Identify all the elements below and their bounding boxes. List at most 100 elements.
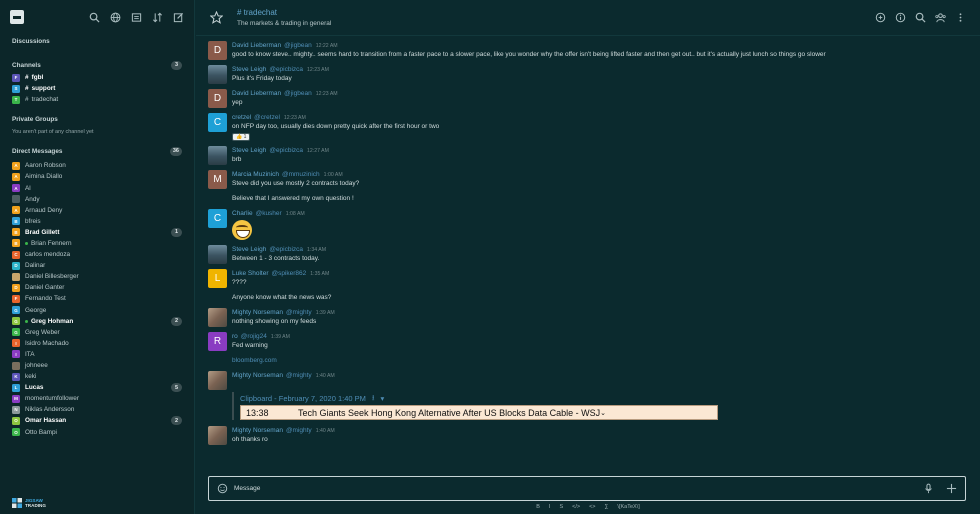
author-username[interactable]: @mmuzinich	[282, 171, 320, 178]
format-button[interactable]: I	[549, 504, 551, 510]
author-name[interactable]: Luke Sholter	[232, 270, 269, 277]
channel-item[interactable]: F # fgbl	[12, 72, 182, 83]
info-icon[interactable]	[895, 12, 906, 23]
channel-item[interactable]: S # support	[12, 83, 182, 94]
dm-item[interactable]: G Greg Weber	[12, 327, 182, 338]
attachment-title[interactable]: Clipboard - February 7, 2020 1:40 PM ⭳ ▾	[240, 392, 980, 404]
attachment-title-text[interactable]: Clipboard - February 7, 2020 1:40 PM	[240, 394, 366, 403]
dm-item[interactable]: B Brad Gillett 1	[12, 227, 182, 238]
collapse-caret-icon[interactable]: ▾	[381, 394, 385, 403]
author-name[interactable]: ro	[232, 333, 238, 340]
format-button[interactable]: </>	[572, 504, 580, 510]
author-username[interactable]: @kusher	[256, 210, 282, 217]
dm-item[interactable]: Mmomentumfollower	[12, 393, 182, 404]
author-name[interactable]: Charlie	[232, 210, 253, 217]
download-icon[interactable]: ⭳	[372, 392, 375, 405]
author-username[interactable]: @mighty	[286, 427, 312, 434]
dm-item[interactable]: F Fernando Test	[12, 293, 182, 304]
search-messages-icon[interactable]	[915, 12, 926, 23]
dm-item[interactable]: Bbfreis	[12, 216, 182, 227]
dm-item[interactable]: G George	[12, 305, 182, 316]
author-username[interactable]: @spiker862	[272, 270, 307, 277]
dm-item[interactable]: Ccarlos mendoza	[12, 249, 182, 260]
dm-item[interactable]: Daniel Billesberger	[12, 271, 182, 282]
discussions-heading[interactable]: Discussions	[12, 34, 182, 48]
dm-item[interactable]: O Omar Hassan 2	[12, 415, 182, 426]
author-name[interactable]: Marcia Muzinich	[232, 171, 279, 178]
microphone-icon[interactable]	[923, 483, 934, 494]
author-username[interactable]: @mighty	[286, 372, 312, 379]
message-avatar[interactable]: L	[208, 269, 227, 288]
author-username[interactable]: @cretzel	[254, 114, 280, 121]
add-attachment-icon[interactable]	[946, 483, 957, 494]
author-name[interactable]: Mighty Norseman	[232, 372, 283, 379]
author-username[interactable]: @epicbizca	[269, 147, 303, 154]
author-username[interactable]: @jigbean	[284, 90, 312, 97]
message-avatar[interactable]	[208, 245, 227, 264]
dm-item[interactable]: Kkeki	[12, 371, 182, 382]
message-avatar[interactable]	[208, 371, 227, 390]
dm-item[interactable]: johneee	[12, 360, 182, 371]
discussion-icon[interactable]	[875, 12, 886, 23]
dm-item[interactable]: L Lucas 5	[12, 382, 182, 393]
message-avatar[interactable]: D	[208, 89, 227, 108]
display-mode-icon[interactable]	[131, 12, 142, 23]
author-username[interactable]: @mighty	[286, 309, 312, 316]
message-avatar[interactable]	[208, 308, 227, 327]
message-avatar[interactable]: M	[208, 170, 227, 189]
create-new-icon[interactable]	[173, 12, 184, 23]
format-button[interactable]: \[KaTeX\]	[617, 504, 639, 510]
author-name[interactable]: Steve Leigh	[232, 66, 266, 73]
author-username[interactable]: @jigbean	[284, 42, 312, 49]
dm-item[interactable]: B Brian Fennern	[12, 238, 182, 249]
dm-item[interactable]: I ITA	[12, 349, 182, 360]
dm-item[interactable]: O Otto Bampi	[12, 427, 182, 438]
dm-item[interactable]: Andy	[12, 194, 182, 205]
format-button[interactable]: B	[536, 504, 540, 510]
dm-item[interactable]: A Al	[12, 182, 182, 193]
dm-item[interactable]: A Aaron Robson	[12, 160, 182, 171]
channel-item[interactable]: T # tradechat	[12, 94, 182, 105]
channel-name: support	[31, 85, 56, 93]
author-name[interactable]: David Lieberman	[232, 42, 281, 49]
message-composer[interactable]: Message	[208, 476, 966, 501]
dm-item[interactable]: D Daniel Ganter	[12, 282, 182, 293]
format-button[interactable]: S	[559, 504, 563, 510]
reaction-button[interactable]: 👍 1	[232, 133, 251, 141]
kebab-menu-icon[interactable]	[955, 12, 966, 23]
author-username[interactable]: @epicbizca	[269, 66, 303, 73]
message-avatar[interactable]	[208, 65, 227, 84]
sort-icon[interactable]	[152, 12, 163, 23]
author-username[interactable]: @rojig24	[241, 333, 267, 340]
message-avatar[interactable]: D	[208, 41, 227, 60]
format-button[interactable]: ∑	[605, 504, 609, 510]
workspace-logo[interactable]	[10, 10, 24, 24]
author-name[interactable]: Steve Leigh	[232, 246, 266, 253]
search-icon[interactable]	[89, 12, 100, 23]
message-avatar[interactable]	[208, 146, 227, 165]
directory-globe-icon[interactable]	[110, 12, 121, 23]
dm-item[interactable]: I Isidro Machado	[12, 338, 182, 349]
author-name[interactable]: Mighty Norseman	[232, 309, 283, 316]
format-button[interactable]: <>	[589, 504, 595, 510]
members-icon[interactable]	[935, 12, 946, 23]
author-name[interactable]: cretzel	[232, 114, 251, 121]
message-link[interactable]: bloomberg.com	[196, 356, 980, 366]
dm-item[interactable]: A Arnaud Deny	[12, 205, 182, 216]
dm-item[interactable]: N Niklas Andersson	[12, 404, 182, 415]
message-avatar[interactable]	[208, 426, 227, 445]
message-avatar[interactable]: C	[208, 209, 227, 228]
dm-item[interactable]: A Aimina Diallo	[12, 171, 182, 182]
author-name[interactable]: David Lieberman	[232, 90, 281, 97]
author-name[interactable]: Steve Leigh	[232, 147, 266, 154]
message-avatar[interactable]: C	[208, 113, 227, 132]
emoji-picker-icon[interactable]	[217, 483, 228, 494]
message-avatar[interactable]: R	[208, 332, 227, 351]
author-name[interactable]: Mighty Norseman	[232, 427, 283, 434]
dm-item[interactable]: D Dalinar	[12, 260, 182, 271]
author-username[interactable]: @epicbizca	[269, 246, 303, 253]
dm-item[interactable]: G Greg Hohman 2	[12, 316, 182, 327]
favorite-star-icon[interactable]	[209, 10, 224, 24]
message-input[interactable]: Message	[234, 485, 923, 492]
message-header: Steve Leigh @epicbizca 12:27 AM	[232, 146, 968, 155]
